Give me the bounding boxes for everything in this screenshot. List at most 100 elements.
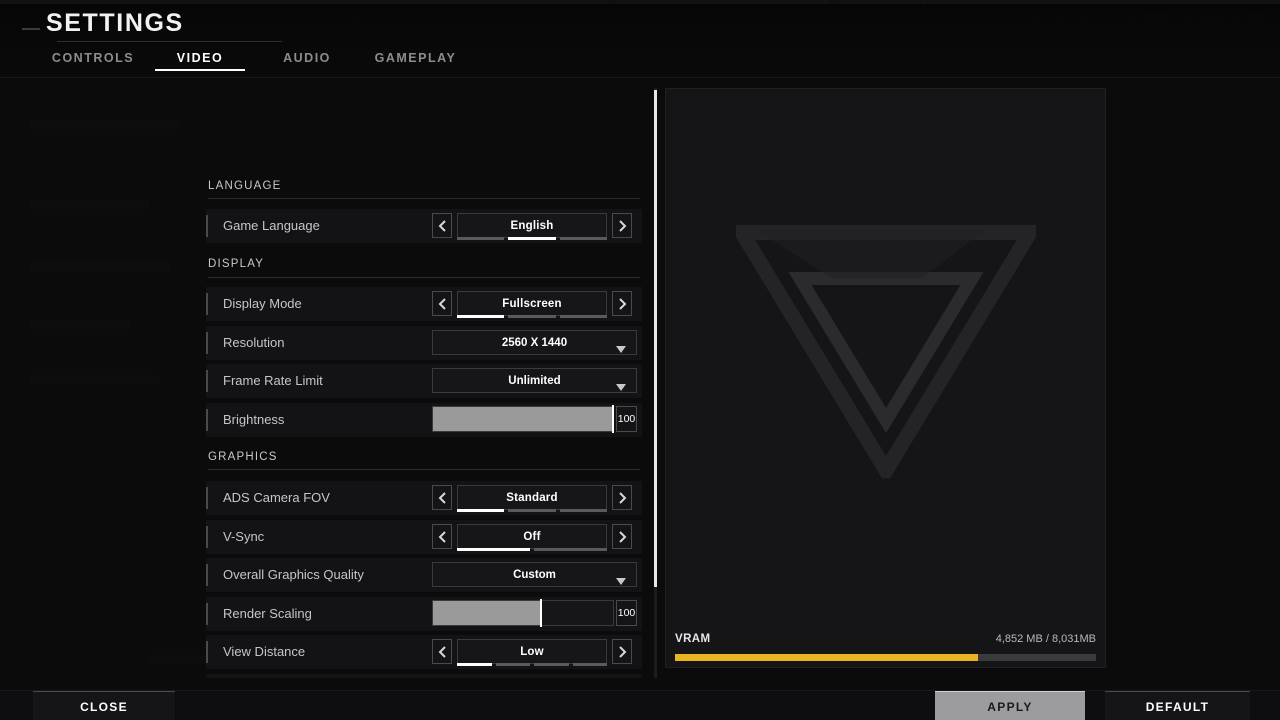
slider-track[interactable] (432, 405, 614, 433)
spinner-segment (457, 237, 505, 240)
spinner-prev-button[interactable] (432, 213, 452, 238)
spinner-value: English (510, 219, 554, 232)
row-accent-bar (206, 487, 208, 509)
setting-label: Brightness (223, 412, 285, 427)
spinner-next-button[interactable] (612, 291, 632, 316)
vram-label: VRAM (675, 633, 711, 645)
spinner-value-box: Off (457, 524, 607, 549)
dropdown-resolution[interactable]: 2560 X 1440 (432, 330, 637, 355)
chevron-right-icon (618, 645, 627, 658)
setting-label: Game Language (223, 218, 320, 233)
close-button[interactable]: CLOSE (33, 691, 175, 720)
setting-row-overall-graphics-quality[interactable]: Overall Graphics Quality Custom (206, 558, 642, 592)
vram-track (675, 654, 1096, 661)
tab-video[interactable]: VIDEO (155, 44, 245, 72)
default-button[interactable]: DEFAULT (1105, 691, 1250, 720)
setting-row-brightness[interactable]: Brightness 100 (206, 403, 642, 437)
slider-value: 100 (616, 600, 637, 626)
setting-row-display-mode[interactable]: Display Mode Fullscreen (206, 287, 642, 321)
spinner-prev-button[interactable] (432, 485, 452, 510)
setting-row-resolution[interactable]: Resolution 2560 X 1440 (206, 326, 642, 360)
setting-row-ads-camera-fov[interactable]: ADS Camera FOV Standard (206, 481, 642, 515)
row-accent-bar (206, 603, 208, 625)
setting-row-game-language[interactable]: Game Language English (206, 209, 642, 243)
row-accent-bar (206, 332, 208, 354)
slider-track[interactable] (432, 599, 614, 627)
row-accent-bar (206, 409, 208, 431)
tab-gameplay[interactable]: GAMEPLAY (368, 44, 463, 72)
setting-label: Frame Rate Limit (223, 373, 323, 388)
slider-value: 100 (616, 406, 637, 432)
footer-bar: CLOSE APPLY DEFAULT (0, 690, 1280, 720)
chevron-left-icon (438, 297, 447, 310)
spinner-segment (495, 663, 530, 666)
footer-divider (175, 691, 176, 720)
default-button-label: DEFAULT (1145, 699, 1210, 714)
setting-row-v-sync[interactable]: V-Sync Off (206, 520, 642, 554)
spinner-value-box: Fullscreen (457, 291, 607, 316)
spinner-ads-camera-fov[interactable]: Standard (432, 485, 632, 512)
triangle-logo-icon (728, 225, 1043, 485)
apply-button-label: APPLY (987, 699, 1033, 714)
dropdown-value: 2560 X 1440 (501, 336, 568, 349)
tab-audio[interactable]: AUDIO (262, 44, 352, 72)
spinner-next-button[interactable] (612, 213, 632, 238)
page-title: SETTINGS (46, 9, 184, 37)
slider-render-scaling[interactable]: 100 (432, 599, 637, 627)
spinner-segment (559, 509, 607, 512)
spinner-value-box: English (457, 213, 607, 238)
setting-label: Visual Effect (223, 674, 295, 678)
scrollbar-thumb[interactable] (654, 90, 657, 587)
tab-controls[interactable]: CONTROLS (48, 44, 138, 72)
spinner-prev-button[interactable] (432, 639, 452, 664)
spinner-segment (508, 315, 556, 318)
spinner-segment (572, 663, 607, 666)
slider-handle[interactable] (540, 599, 542, 627)
spinner-v-sync[interactable]: Off (432, 524, 632, 551)
dropdown-overall-graphics-quality[interactable]: Custom (432, 562, 637, 587)
spinner-value: Off (523, 530, 541, 543)
spinner-prev-button[interactable] (432, 291, 452, 316)
spinner-display-mode[interactable]: Fullscreen (432, 291, 632, 318)
dropdown-frame-rate-limit[interactable]: Unlimited (432, 368, 637, 393)
setting-row-frame-rate-limit[interactable]: Frame Rate Limit Unlimited (206, 364, 642, 398)
settings-scrollbar[interactable] (654, 88, 657, 678)
spinner-next-button[interactable] (612, 524, 632, 549)
spinner-segment (457, 315, 505, 318)
slider-brightness[interactable]: 100 (432, 405, 637, 433)
setting-row-visual-effect[interactable]: Visual EffectMedium (206, 674, 642, 678)
row-accent-bar (206, 641, 208, 663)
row-accent-bar (206, 526, 208, 548)
slider-fill (433, 601, 541, 625)
spinner-segments (457, 315, 607, 318)
apply-button[interactable]: APPLY (935, 691, 1085, 720)
spinner-segment (457, 548, 530, 551)
slider-fill (433, 407, 613, 431)
section-divider (208, 469, 640, 470)
section-divider (208, 198, 640, 199)
chevron-left-icon (438, 645, 447, 658)
settings-tabbar: CONTROLS VIDEO AUDIO GAMEPLAY (0, 44, 1280, 74)
slider-handle[interactable] (612, 405, 614, 433)
dropdown-value: Custom (513, 568, 556, 581)
chevron-left-icon (438, 530, 447, 543)
spinner-prev-button[interactable] (432, 524, 452, 549)
setting-label: Render Scaling (223, 606, 312, 621)
settings-list-scrollarea[interactable]: LANGUAGE Game Language English DISPLAY Displ… (0, 86, 660, 678)
chevron-right-icon (618, 491, 627, 504)
setting-row-view-distance[interactable]: View Distance Low (206, 635, 642, 669)
vram-meter: VRAM 4,852 MB / 8,031MB (675, 630, 1096, 668)
spinner-segment (457, 509, 505, 512)
spinner-view-distance[interactable]: Low (432, 639, 632, 666)
spinner-game-language[interactable]: English (432, 213, 632, 240)
setting-row-render-scaling[interactable]: Render Scaling 100 (206, 597, 642, 631)
setting-label: Resolution (223, 335, 285, 350)
spinner-next-button[interactable] (612, 485, 632, 510)
section-header: DISPLAY (208, 258, 265, 270)
dropdown-value: Unlimited (508, 374, 561, 387)
spinner-next-button[interactable] (612, 639, 632, 664)
spinner-value: Fullscreen (502, 297, 562, 310)
header-bottom-divider (0, 77, 1280, 78)
vram-fill (675, 654, 979, 661)
setting-label: Overall Graphics Quality (223, 567, 364, 582)
